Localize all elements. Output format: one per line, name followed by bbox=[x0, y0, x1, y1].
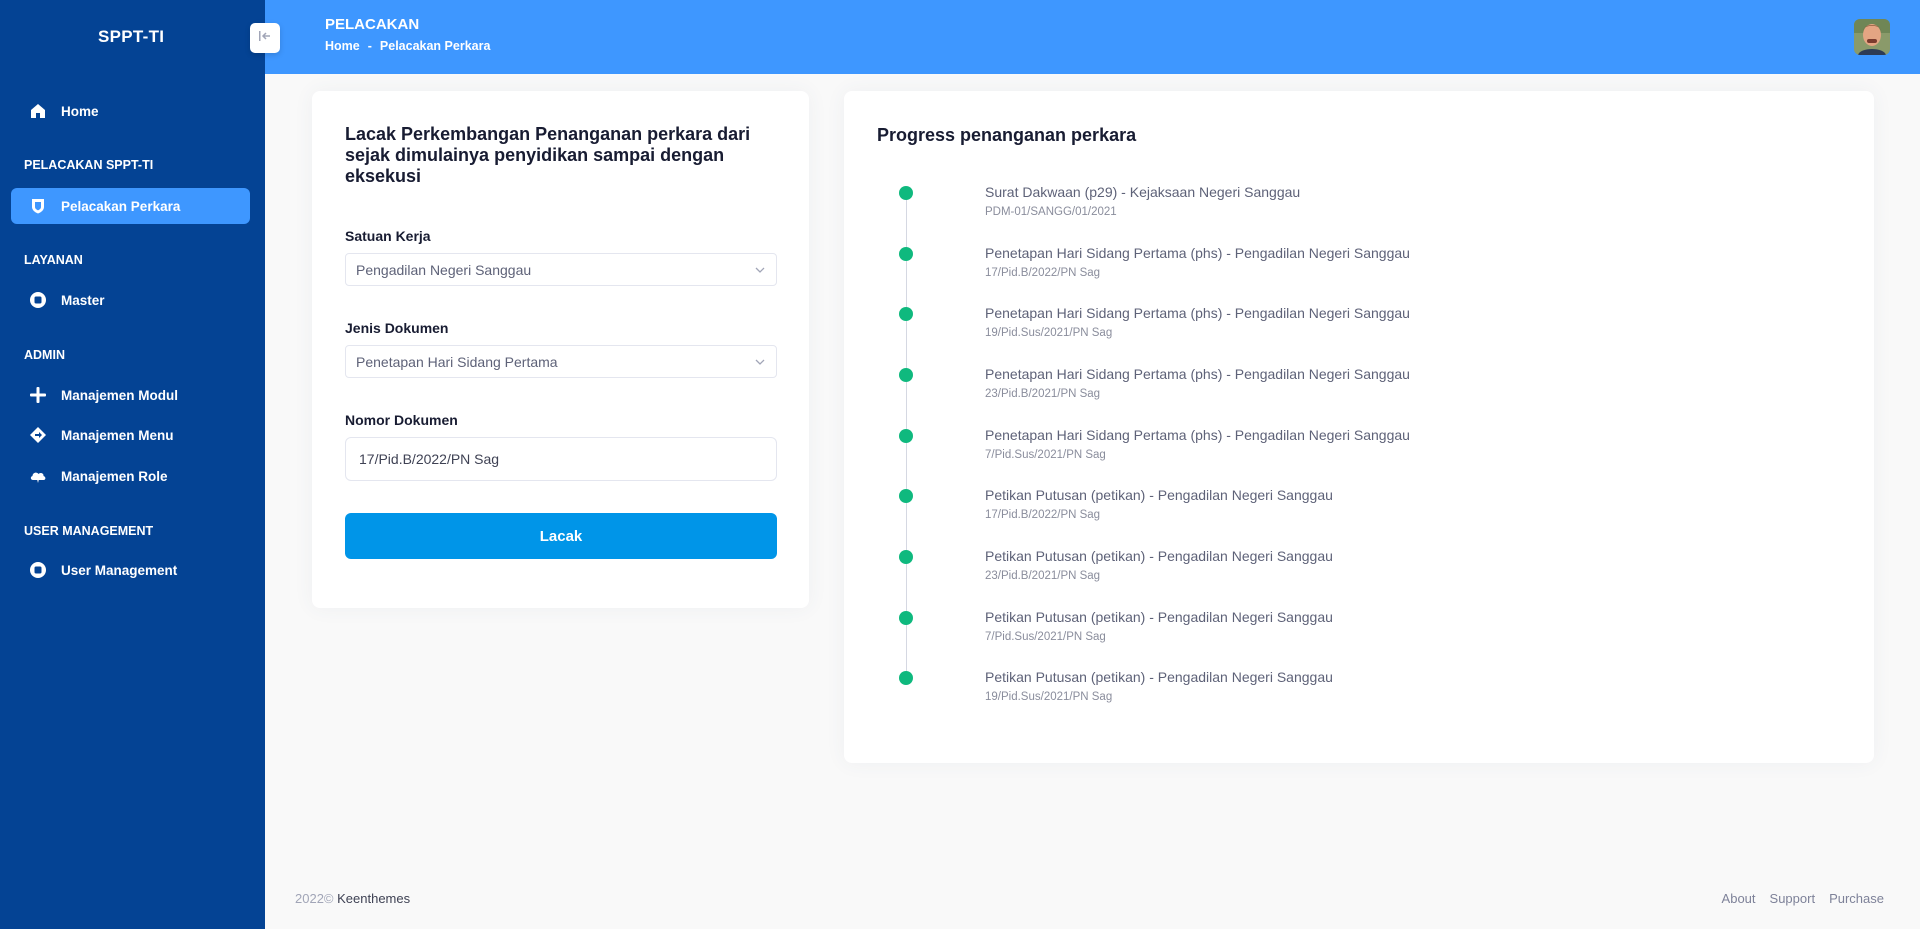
timeline-item-title: Penetapan Hari Sidang Pertama (phs) - Pe… bbox=[985, 366, 1410, 382]
timeline-item-number: 19/Pid.Sus/2021/PN Sag bbox=[985, 327, 1113, 339]
jenis-dokumen-label: Jenis Dokumen bbox=[345, 320, 449, 336]
timeline-item-title: Petikan Putusan (petikan) - Pengadilan N… bbox=[985, 487, 1333, 503]
timeline-item-number: 7/Pid.Sus/2021/PN Sag bbox=[985, 449, 1106, 461]
footer-link-about[interactable]: About bbox=[1722, 891, 1756, 906]
satuan-kerja-value: Pengadilan Negeri Sanggau bbox=[356, 261, 532, 278]
sidebar-item-user-management[interactable]: User Management bbox=[11, 552, 250, 588]
timeline-item-number: 17/Pid.B/2022/PN Sag bbox=[985, 267, 1101, 279]
sidebar-item-label: Manajemen Role bbox=[61, 468, 168, 484]
progress-title: Progress penanganan perkara bbox=[877, 125, 1137, 145]
sidebar-section-pelacakan: PELACAKAN SPPT-TI bbox=[24, 158, 154, 172]
timeline-item-title: Penetapan Hari Sidang Pertama (phs) - Pe… bbox=[985, 245, 1410, 261]
sidebar-item-manajemen-menu[interactable]: Manajemen Menu bbox=[11, 417, 250, 453]
home-icon bbox=[28, 101, 48, 121]
timeline-dot bbox=[899, 247, 913, 261]
timeline-dot bbox=[899, 307, 913, 321]
timeline-dot bbox=[899, 429, 913, 443]
footer-links: About Support Purchase bbox=[1722, 891, 1884, 906]
timeline-item-number: PDM-01/SANGG/01/2021 bbox=[985, 206, 1117, 218]
breadcrumb-current: Pelacakan Perkara bbox=[379, 39, 491, 53]
satuan-kerja-label: Satuan Kerja bbox=[345, 228, 431, 244]
brand-logo-text[interactable]: SPPT-TI bbox=[98, 27, 164, 47]
timeline-dot bbox=[899, 186, 913, 200]
record-circle-icon bbox=[28, 560, 48, 580]
timeline-dot bbox=[899, 671, 913, 685]
sidebar-item-manajemen-role[interactable]: Manajemen Role bbox=[11, 458, 250, 494]
tracking-form-card: Lacak Perkembangan Penanganan perkara da… bbox=[312, 91, 809, 608]
timeline-item-number: 17/Pid.B/2022/PN Sag bbox=[985, 509, 1101, 521]
sidebar-item-master[interactable]: Master bbox=[11, 282, 250, 318]
breadcrumb: Home - Pelacakan Perkara bbox=[325, 39, 490, 53]
nomor-dokumen-label: Nomor Dokumen bbox=[345, 412, 458, 428]
jenis-dokumen-select[interactable]: Penetapan Hari Sidang Pertama bbox=[345, 345, 777, 378]
timeline-dot bbox=[899, 550, 913, 564]
footer-brand-link[interactable]: Keenthemes bbox=[337, 891, 410, 906]
sidebar-section-admin: ADMIN bbox=[24, 348, 65, 362]
timeline-item-title: Petikan Putusan (petikan) - Pengadilan N… bbox=[985, 548, 1333, 564]
sidebar-item-label: User Management bbox=[61, 562, 178, 578]
breadcrumb-separator: - bbox=[367, 39, 372, 53]
timeline-item-title: Petikan Putusan (petikan) - Pengadilan N… bbox=[985, 669, 1333, 685]
timeline-item-number: 23/Pid.B/2021/PN Sag bbox=[985, 570, 1101, 582]
chevron-down-icon bbox=[754, 355, 766, 371]
progress-card: Progress penanganan perkara Surat Dakwaa… bbox=[844, 91, 1874, 763]
sidebar-item-manajemen-modul[interactable]: Manajemen Modul bbox=[11, 377, 250, 413]
timeline-item-title: Penetapan Hari Sidang Pertama (phs) - Pe… bbox=[985, 305, 1410, 321]
sidebar-brand: SPPT-TI bbox=[0, 0, 265, 74]
sidebar-section-layanan: LAYANAN bbox=[24, 253, 83, 267]
form-title: Lacak Perkembangan Penanganan perkara da… bbox=[345, 124, 751, 186]
timeline-item-number: 19/Pid.Sus/2021/PN Sag bbox=[985, 691, 1113, 703]
sidebar-item-home[interactable]: Home bbox=[11, 93, 250, 129]
sidebar-item-label: Home bbox=[61, 103, 99, 119]
collapse-arrow-icon bbox=[258, 29, 272, 47]
jenis-dokumen-value: Penetapan Hari Sidang Pertama bbox=[356, 353, 558, 370]
timeline-dot bbox=[899, 489, 913, 503]
satuan-kerja-select[interactable]: Pengadilan Negeri Sanggau bbox=[345, 253, 777, 286]
breadcrumb-home[interactable]: Home bbox=[325, 39, 360, 53]
sidebar-item-label: Master bbox=[61, 292, 105, 308]
timeline-item-number: 23/Pid.B/2021/PN Sag bbox=[985, 388, 1101, 400]
plus-icon bbox=[28, 385, 48, 405]
timeline-item-title: Petikan Putusan (petikan) - Pengadilan N… bbox=[985, 609, 1333, 625]
record-circle-icon bbox=[28, 290, 48, 310]
timeline-item-number: 7/Pid.Sus/2021/PN Sag bbox=[985, 631, 1106, 643]
chevron-down-icon bbox=[754, 263, 766, 279]
sidebar-item-label: Manajemen Menu bbox=[61, 427, 174, 443]
sidebar-item-pelacakan-perkara[interactable]: Pelacakan Perkara bbox=[11, 188, 250, 224]
timeline-item-title: Penetapan Hari Sidang Pertama (phs) - Pe… bbox=[985, 427, 1410, 443]
diamond-direction-icon bbox=[28, 425, 48, 445]
footer-link-support[interactable]: Support bbox=[1770, 891, 1816, 906]
sidebar-item-label: Pelacakan Perkara bbox=[61, 198, 181, 214]
page-title: PELACAKAN bbox=[325, 16, 420, 33]
timeline-item-title: Surat Dakwaan (p29) - Kejaksaan Negeri S… bbox=[985, 184, 1301, 200]
timeline-dot bbox=[899, 368, 913, 382]
sidebar-toggle-button[interactable] bbox=[250, 23, 280, 53]
nomor-dokumen-value: 17/Pid.B/2022/PN Sag bbox=[359, 451, 500, 467]
sidebar: SPPT-TI Home PELACAKAN SPPT-TI Pelacakan… bbox=[0, 0, 280, 929]
sidebar-item-label: Manajemen Modul bbox=[61, 387, 179, 403]
nomor-dokumen-input[interactable]: 17/Pid.B/2022/PN Sag bbox=[345, 437, 777, 481]
user-avatar[interactable] bbox=[1854, 19, 1890, 55]
timeline-dot bbox=[899, 611, 913, 625]
footer-copyright: 2022© Keenthemes bbox=[295, 891, 410, 906]
cloud-icon bbox=[28, 466, 48, 486]
footer-link-purchase[interactable]: Purchase bbox=[1829, 891, 1884, 906]
sidebar-section-user-management: USER MANAGEMENT bbox=[24, 524, 154, 538]
footer-year: 2022© bbox=[295, 891, 334, 906]
shield-icon bbox=[28, 196, 48, 216]
lacak-button[interactable]: Lacak bbox=[345, 513, 777, 559]
top-header: PELACAKAN Home - Pelacakan Perkara bbox=[265, 0, 1920, 74]
